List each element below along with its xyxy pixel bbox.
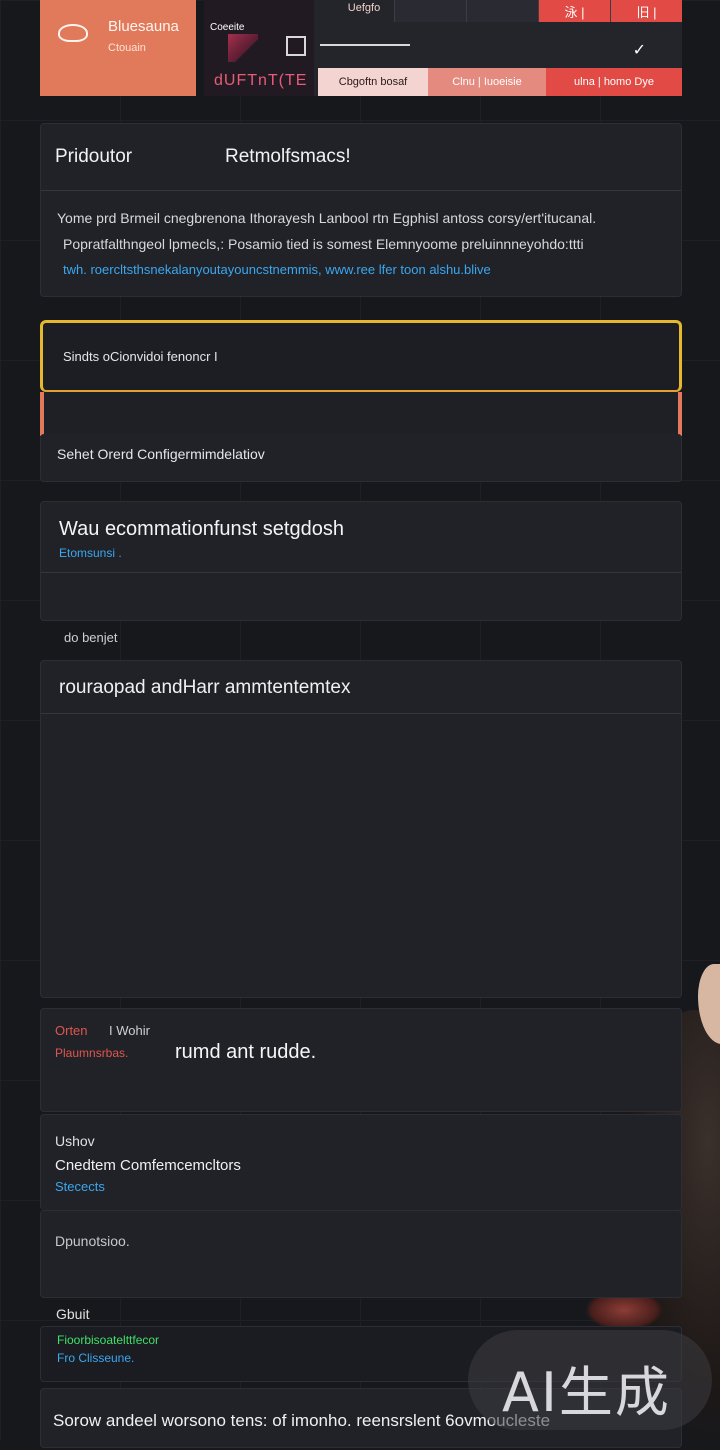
description-panel[interactable]: Dpunotsioo. [40,1210,682,1298]
confirm-check-icon[interactable]: ✓ [633,40,646,60]
overview-line-1: Yome prd Brmeil cnegbrenona Ithorayesh L… [57,210,597,226]
status-green-text: Fioorbisoatelttfecor [57,1333,160,1347]
search-field[interactable]: Sindts oCionvidoi fenoncr I [40,320,682,392]
top-label: Uefgfo [347,2,381,14]
option-label-red: Orten [55,1023,88,1038]
brand-tile[interactable]: Bluesauna Ctouain [40,0,196,96]
footer-text: Sorow andeel worsono tens: of imonho. re… [53,1411,551,1430]
option-label-white: I Wohir [109,1023,150,1038]
media-label: Coeeite [210,22,245,33]
status-blue-link[interactable]: Fro Clisseune. [57,1351,134,1365]
config-panel: Wau ecommationfunst setgdosh Etomsunsi . [40,501,682,621]
config-subtitle-link[interactable]: Etomsunsi . [59,546,122,560]
overview-link[interactable]: twh. roercltsthsnekalanyoutayouncstnemmi… [63,262,491,277]
overview-panel: Pridoutor Retmolfsmacs! Yome prd Brmeil … [40,123,682,297]
watermark-text: AI生成 [502,1361,671,1424]
details-line-a: Ushov [55,1133,95,1149]
ai-generated-watermark: AI生成 [468,1330,712,1430]
search-field-text: Sindts oCionvidoi fenoncr I [63,349,218,364]
section-label-2: Gbuit [56,1306,90,1322]
select-order-text: Sehet Orerd Configermimdelatiov [57,446,265,462]
top-tab-row: Uefgfo 泳 | 旧 | [348,0,682,22]
brand-subtitle: Ctouain [108,42,146,54]
overview-line-2: Popratfalthngeol lpmecls,: Posamio tied … [63,236,584,252]
media-caption: dUFTnT(TE [214,72,308,89]
editor-panel[interactable]: rouraopad andHarr ammtentemtex [40,660,682,998]
overview-title-left: Pridoutor [55,146,133,167]
media-glitch-art [228,34,258,62]
description-text: Dpunotsioo. [55,1233,130,1249]
overview-divider [41,190,681,191]
editor-divider [41,713,681,714]
top-tab-blank-2[interactable] [466,0,538,22]
subtab-2[interactable]: Clnu | Iuoeisie [428,68,546,96]
option-panel[interactable]: Orten I Wohir Plaumnsrbas. rumd ant rudd… [40,1008,682,1112]
details-line-b: Cnedtem Comfemcemcltors [55,1157,241,1174]
brand-title: Bluesauna [108,18,179,35]
details-panel: Ushov Cnedtem Comfemcemcltors Stecects [40,1114,682,1210]
subtab-1[interactable]: Cbgoftn bosaf [318,68,428,96]
brand-logo-icon [58,24,88,42]
section-label: do benjet [64,630,118,645]
toolbar-divider [320,44,410,46]
option-sub-red: Plaumnsrbas. [55,1046,129,1060]
highlight-connector [40,392,682,436]
header-toolbar: Uefgfo 泳 | 旧 | ✓ Cbgoftn bosaf Clnu | Iu… [286,0,682,96]
top-tab-1[interactable]: 泳 | [538,0,610,22]
top-tab-2[interactable]: 旧 | [610,0,682,22]
select-checkbox[interactable] [286,36,306,56]
select-order-row[interactable]: Sehet Orerd Configermimdelatiov [40,434,682,482]
sub-tab-bar: Cbgoftn bosaf Clnu | Iuoeisie ulna | hom… [318,68,682,96]
editor-title: rouraopad andHarr ammtentemtex [59,677,351,698]
config-title: Wau ecommationfunst setgdosh [59,518,344,540]
subtab-3[interactable]: ulna | homo Dye [546,68,682,96]
details-link[interactable]: Stecects [55,1179,105,1194]
config-divider [41,572,681,573]
overview-title-right: Retmolfsmacs! [225,146,351,167]
option-main-text: rumd ant rudde. [175,1041,317,1063]
